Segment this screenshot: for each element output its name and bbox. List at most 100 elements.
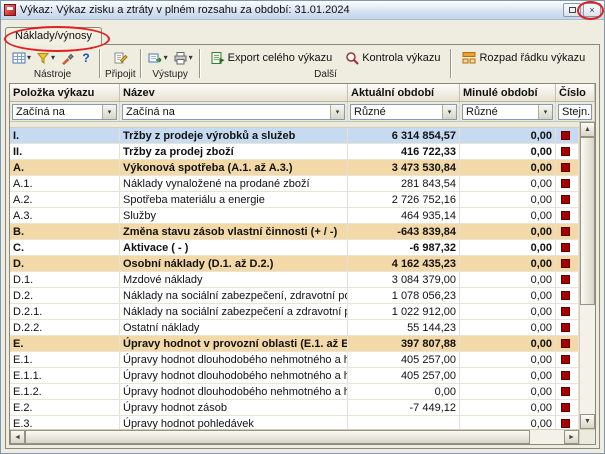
- cell-cislo: [556, 352, 579, 368]
- filter-button[interactable]: ▾: [34, 48, 57, 68]
- vertical-scroll-track[interactable]: [580, 305, 595, 414]
- cell-cislo: [556, 224, 579, 240]
- table-row[interactable]: D.2.1. Náklady na sociální zabezpečení a…: [10, 304, 579, 320]
- row-breakdown-button[interactable]: Rozpad řádku výkazu: [456, 48, 591, 68]
- table-row[interactable]: A.2. Spotřeba materiálu a energie 2 726 …: [10, 192, 579, 208]
- table-row[interactable]: E.1.2. Úpravy hodnot dlouhodobého nehmot…: [10, 384, 579, 400]
- check-report-icon: [345, 51, 359, 65]
- filter-combo-polozka[interactable]: Začíná na ▾: [12, 104, 117, 120]
- cell-cislo: [556, 416, 579, 429]
- table-row[interactable]: D.2.2. Ostatní náklady 55 144,23 0,00: [10, 320, 579, 336]
- brush-button[interactable]: [58, 48, 76, 68]
- scroll-down-button[interactable]: ▼: [580, 414, 595, 429]
- cell-cislo: [556, 336, 579, 352]
- cell-aktualni-obdobi: 397 807,88: [348, 336, 460, 352]
- table-row[interactable]: D. Osobní náklady (D.1. až D.2.) 4 162 4…: [10, 256, 579, 272]
- horizontal-scrollbar[interactable]: ◄ ►: [10, 430, 579, 444]
- cell-cislo: [556, 272, 579, 288]
- cell-nazev: Náklady na sociální zabezpečení a zdravo…: [120, 304, 348, 320]
- filter-combo-cislo[interactable]: Stejn...: [558, 104, 592, 120]
- table-row[interactable]: A.3. Služby 464 935,14 0,00: [10, 208, 579, 224]
- print-button[interactable]: ▾: [171, 48, 195, 68]
- cell-aktualni-obdobi: 3 473 530,84: [348, 160, 460, 176]
- cell-minule-obdobi: 0,00: [460, 272, 556, 288]
- column-header-nazev[interactable]: Název: [120, 84, 348, 101]
- scrollbar-corner: [579, 430, 595, 444]
- chevron-down-icon[interactable]: ▾: [538, 105, 552, 119]
- check-report-button[interactable]: Kontrola výkazu: [339, 48, 446, 68]
- cell-cislo: [556, 160, 579, 176]
- chevron-down-icon[interactable]: ▾: [442, 105, 456, 119]
- row-flag-icon: [561, 227, 570, 236]
- filter-combo-minule[interactable]: Různé ▾: [462, 104, 553, 120]
- filter-combo-aktualni[interactable]: Různé ▾: [350, 104, 457, 120]
- export-report-button[interactable]: Export celého výkazu: [205, 48, 339, 68]
- table-row[interactable]: E. Úpravy hodnot v provozní oblasti (E.1…: [10, 336, 579, 352]
- cell-minule-obdobi: 0,00: [460, 416, 556, 429]
- cell-minule-obdobi: 0,00: [460, 336, 556, 352]
- table-row[interactable]: E.1.1. Úpravy hodnot dlouhodobého nehmot…: [10, 368, 579, 384]
- cell-polozka-vykazu: E.1.: [10, 352, 120, 368]
- cell-aktualni-obdobi: -7 449,12: [348, 400, 460, 416]
- toolbar-group-vystupy: ▾ ▾ Výstupy: [145, 47, 196, 80]
- column-header-aktualni[interactable]: Aktuální období: [348, 84, 460, 101]
- cell-polozka-vykazu: B.: [10, 224, 120, 240]
- cell-polozka-vykazu: A.2.: [10, 192, 120, 208]
- cell-minule-obdobi: 0,00: [460, 208, 556, 224]
- scroll-left-button[interactable]: ◄: [10, 430, 25, 444]
- grid-view-button[interactable]: ▾: [10, 48, 33, 68]
- scroll-up-button[interactable]: ▲: [580, 122, 595, 137]
- scroll-right-button[interactable]: ►: [564, 430, 579, 444]
- help-button[interactable]: ?: [77, 48, 95, 68]
- chevron-down-icon[interactable]: ▾: [330, 105, 344, 119]
- maximize-button[interactable]: [563, 3, 581, 17]
- table-row[interactable]: C. Aktivace ( - ) -6 987,32 0,00: [10, 240, 579, 256]
- attach-button[interactable]: [111, 48, 130, 68]
- toolbar-group-dalsi: Export celého výkazu Kontrola výkazu Dal…: [204, 47, 448, 80]
- table-row[interactable]: B. Změna stavu zásob vlastní činnosti (+…: [10, 224, 579, 240]
- help-icon: ?: [82, 51, 89, 65]
- column-header-minule[interactable]: Minulé období: [460, 84, 556, 101]
- table-row[interactable]: II. Tržby za prodej zboží 416 722,33 0,0…: [10, 144, 579, 160]
- column-header-cislo[interactable]: Číslo: [556, 84, 595, 101]
- cell-polozka-vykazu: E.: [10, 336, 120, 352]
- table-row[interactable]: D.1. Mzdové náklady 3 084 379,00 0,00: [10, 272, 579, 288]
- title-bar[interactable]: Výkaz: Výkaz zisku a ztráty v plném rozs…: [1, 1, 604, 20]
- toolbar-separator: [99, 49, 101, 78]
- filter-combo-nazev[interactable]: Začíná na ▾: [122, 104, 345, 120]
- cell-minule-obdobi: 0,00: [460, 144, 556, 160]
- window-title: Výkaz: Výkaz zisku a ztráty v plném rozs…: [20, 4, 563, 16]
- table-row[interactable]: A.1. Náklady vynaložené na prodané zboží…: [10, 176, 579, 192]
- vertical-scrollbar[interactable]: ▲ ▼: [579, 122, 595, 429]
- table-row[interactable]: E.3. Úpravy hodnot pohledávek 0,00: [10, 416, 579, 429]
- cell-cislo: [556, 176, 579, 192]
- vertical-scroll-thumb[interactable]: [580, 137, 595, 305]
- horizontal-scroll-thumb[interactable]: [25, 430, 530, 444]
- cell-cislo: [556, 384, 579, 400]
- toolbar-separator: [140, 49, 142, 78]
- cell-nazev: Ostatní náklady: [120, 320, 348, 336]
- cell-polozka-vykazu: D.2.2.: [10, 320, 120, 336]
- column-header-polozka[interactable]: Položka výkazu: [10, 84, 120, 101]
- output-button[interactable]: ▾: [146, 48, 170, 68]
- cell-minule-obdobi: 0,00: [460, 288, 556, 304]
- chevron-down-icon: ▾: [27, 53, 31, 62]
- export-icon: [211, 51, 225, 65]
- cell-aktualni-obdobi: 416 722,33: [348, 144, 460, 160]
- row-flag-icon: [561, 179, 570, 188]
- cell-aktualni-obdobi: 405 257,00: [348, 352, 460, 368]
- table-row[interactable]: E.2. Úpravy hodnot zásob -7 449,12 0,00: [10, 400, 579, 416]
- table-row[interactable]: A. Výkonová spotřeba (A.1. až A.3.) 3 47…: [10, 160, 579, 176]
- cell-polozka-vykazu: D.2.: [10, 288, 120, 304]
- tab-naklady-vynosy[interactable]: Náklady/výnosy: [5, 27, 102, 45]
- cell-polozka-vykazu: E.2.: [10, 400, 120, 416]
- table-row[interactable]: I. Tržby z prodeje výrobků a služeb 6 31…: [10, 128, 579, 144]
- table-row[interactable]: E.1. Úpravy hodnot dlouhodobého nehmotné…: [10, 352, 579, 368]
- cell-nazev: Úpravy hodnot zásob: [120, 400, 348, 416]
- scroll-right-icon: ►: [568, 434, 575, 441]
- cell-polozka-vykazu: I.: [10, 128, 120, 144]
- close-button[interactable]: ×: [583, 3, 601, 17]
- table-row[interactable]: D.2. Náklady na sociální zabezpečení, zd…: [10, 288, 579, 304]
- chevron-down-icon[interactable]: ▾: [102, 105, 116, 119]
- toolbar-group-label: Připojit: [105, 69, 136, 80]
